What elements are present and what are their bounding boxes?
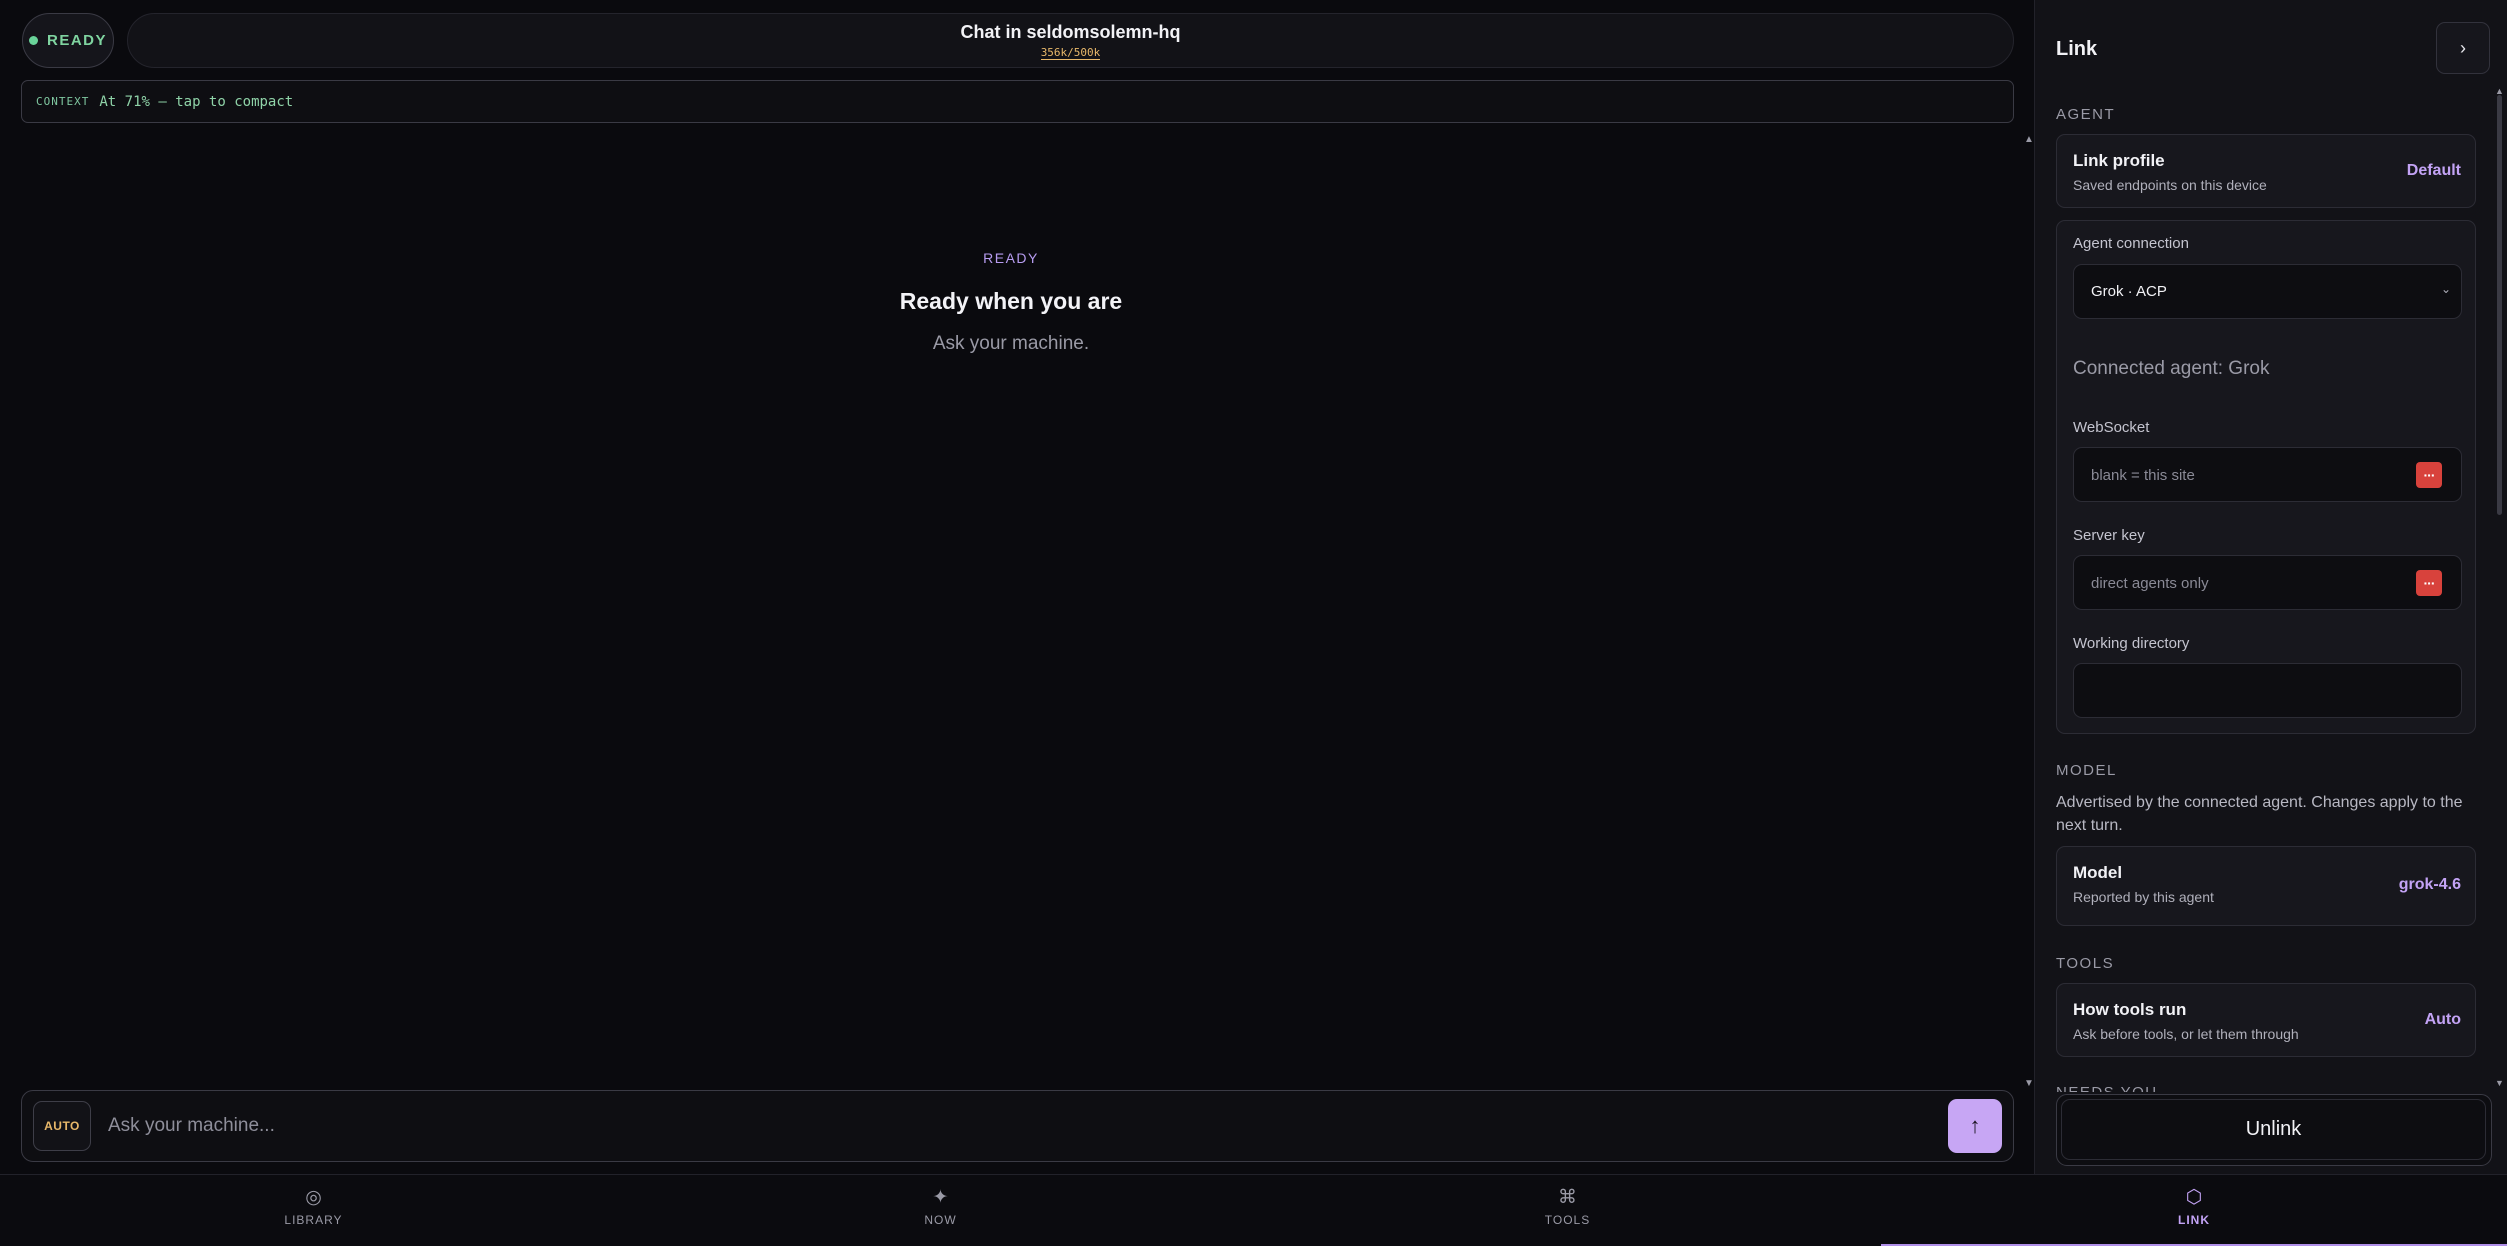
connected-agent-text: Connected agent: Grok — [2073, 358, 2270, 379]
nav-link[interactable]: ⬡ LINK — [1881, 1175, 2507, 1246]
message-input[interactable] — [108, 1109, 1958, 1143]
panel-scroll-up-icon[interactable]: ▲ — [2495, 86, 2504, 96]
websocket-field: ··· — [2073, 447, 2462, 502]
panel-scrollbar[interactable] — [2497, 95, 2502, 515]
status-dot-icon — [28, 36, 38, 45]
nav-link-label: LINK — [2178, 1213, 2210, 1227]
link-profile-value: Default — [2406, 162, 2461, 179]
password-manager-icon[interactable]: ··· — [2416, 570, 2442, 596]
token-usage[interactable]: 356k/500k — [1040, 47, 1101, 60]
link-profile-title: Link profile — [2073, 151, 2165, 170]
nav-now-label: NOW — [924, 1213, 957, 1227]
hexagon-icon: ⬡ — [2185, 1187, 2203, 1208]
nav-library[interactable]: ◎ LIBRARY — [0, 1175, 627, 1246]
scroll-down-icon[interactable]: ▼ — [2024, 1078, 2034, 1089]
chevron-right-icon: › — [2460, 37, 2466, 58]
nav-tools[interactable]: ⌘ TOOLS — [1254, 1175, 1881, 1246]
library-icon: ◎ — [305, 1187, 322, 1208]
tools-value: Auto — [2424, 1011, 2461, 1028]
unlink-button[interactable]: Unlink — [2061, 1099, 2486, 1160]
sparkle-icon: ✦ — [932, 1187, 949, 1208]
server-key-input[interactable] — [2091, 570, 2391, 596]
link-profile-card[interactable]: Link profile Saved endpoints on this dev… — [2056, 134, 2476, 208]
command-icon: ⌘ — [1558, 1187, 1577, 1208]
section-agent: AGENT — [2056, 106, 2116, 123]
arrow-up-icon: ↑ — [1969, 1113, 1981, 1138]
context-label: CONTEXT — [36, 95, 90, 108]
nav-tools-label: TOOLS — [1544, 1213, 1591, 1227]
agent-connection-label: Agent connection — [2073, 235, 2189, 252]
chevron-down-icon: ⌄ — [2440, 282, 2451, 296]
unlink-container: Unlink — [2056, 1094, 2492, 1166]
nav-library-label: LIBRARY — [284, 1213, 343, 1227]
panel-scroll-down-icon[interactable]: ▼ — [2495, 1078, 2504, 1088]
tools-subtitle: Ask before tools, or let them through — [2073, 1026, 2299, 1042]
tools-card[interactable]: How tools run Ask before tools, or let t… — [2056, 983, 2476, 1057]
context-text: At 71% — tap to compact — [99, 93, 294, 110]
section-needs-you: NEEDS YOU — [2056, 1084, 2158, 1092]
nav-now[interactable]: ✦ NOW — [627, 1175, 1254, 1246]
scroll-up-icon[interactable]: ▲ — [2024, 134, 2034, 145]
empty-state: READY Ready when you are Ask your machin… — [0, 250, 2022, 355]
chat-title-bar[interactable]: Chat in seldomsolemn-hq 356k/500k — [127, 13, 2014, 68]
tools-title: How tools run — [2073, 1000, 2187, 1019]
close-panel-button[interactable]: › — [2436, 22, 2490, 74]
agent-connection-select[interactable]: Grok · ACP ⌄ — [2073, 264, 2462, 319]
chat-main: READY Chat in seldomsolemn-hq 356k/500k … — [0, 0, 2034, 1174]
working-directory-field — [2073, 663, 2462, 718]
agent-connection-value: Grok · ACP — [2091, 283, 2167, 300]
link-profile-subtitle: Saved endpoints on this device — [2073, 177, 2267, 193]
empty-state-kicker: READY — [983, 250, 1039, 266]
empty-state-subtitle: Ask your machine. — [932, 333, 1090, 354]
empty-state-title: Ready when you are — [899, 288, 1123, 314]
server-key-field: ··· — [2073, 555, 2462, 610]
status-badge[interactable]: READY — [22, 13, 114, 68]
mode-toggle-button[interactable]: AUTO — [33, 1101, 91, 1151]
working-directory-input[interactable] — [2091, 678, 2391, 704]
bottom-nav: ◎ LIBRARY ✦ NOW ⌘ TOOLS ⬡ LINK — [0, 1174, 2507, 1246]
status-label: READY — [46, 32, 107, 49]
send-button[interactable]: ↑ — [1948, 1099, 2002, 1153]
chat-title: Chat in seldomsolemn-hq — [960, 22, 1181, 42]
model-subtitle: Reported by this agent — [2073, 889, 2214, 905]
agent-connection-card: Agent connection Grok · ACP ⌄ Connected … — [2056, 220, 2476, 734]
server-key-label: Server key — [2073, 527, 2145, 544]
app-root: READY Chat in seldomsolemn-hq 356k/500k … — [0, 0, 2507, 1246]
link-panel: Link › AGENT Link profile Saved endpoint… — [2034, 0, 2507, 1174]
model-card[interactable]: Model Reported by this agent grok-4.6 — [2056, 846, 2476, 926]
websocket-input[interactable] — [2091, 462, 2391, 488]
model-description: Advertised by the connected agent. Chang… — [2056, 794, 2463, 834]
panel-title: Link — [2056, 38, 2098, 60]
section-model: MODEL — [2056, 762, 2117, 779]
password-manager-icon[interactable]: ··· — [2416, 462, 2442, 488]
composer: AUTO ↑ — [21, 1090, 2014, 1162]
context-compact-bar[interactable]: CONTEXT At 71% — tap to compact — [21, 80, 2014, 123]
websocket-label: WebSocket — [2073, 419, 2150, 436]
section-tools: TOOLS — [2056, 955, 2115, 972]
working-directory-label: Working directory — [2073, 635, 2190, 652]
model-title: Model — [2073, 863, 2123, 882]
model-value: grok-4.6 — [2398, 876, 2461, 893]
